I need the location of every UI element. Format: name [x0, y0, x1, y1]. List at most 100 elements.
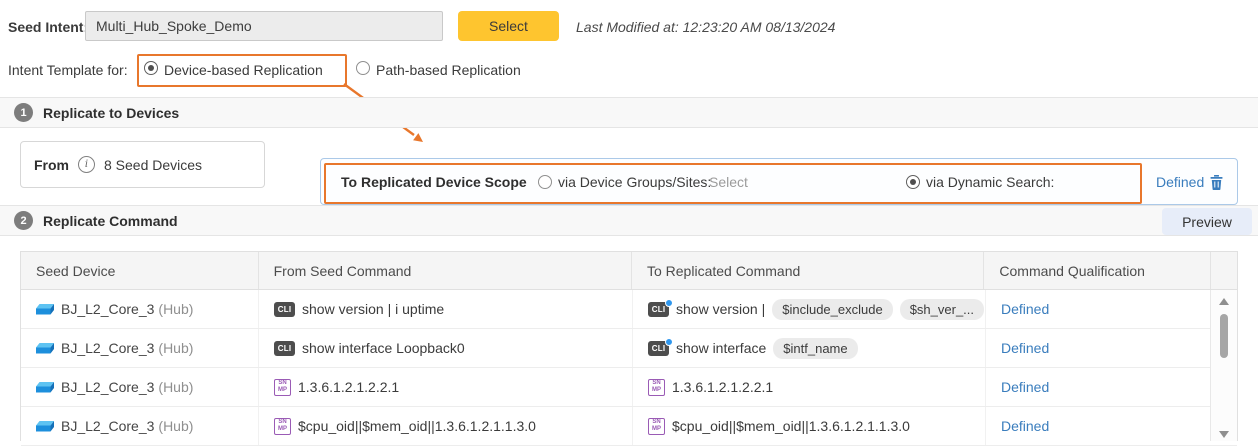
- path-based-radio[interactable]: [356, 61, 370, 75]
- variable-pill: $include_exclude: [772, 299, 892, 320]
- snmp-icon-text: SN: [652, 380, 660, 387]
- via-device-groups-radio[interactable]: [538, 175, 552, 189]
- device-role: (Hub): [158, 418, 193, 434]
- seed-intent-label: Seed Intent:: [8, 19, 88, 35]
- qualification-cell: Defined: [986, 329, 1213, 367]
- snmp-icon-text: MP: [652, 387, 661, 394]
- device-role: (Hub): [158, 340, 193, 356]
- from-seed-devices-panel: From i 8 Seed Devices: [20, 141, 265, 188]
- replication-intent-page: Seed Intent: Select Last Modified at: 12…: [0, 0, 1258, 448]
- section-1-title: Replicate to Devices: [43, 105, 179, 121]
- defined-link[interactable]: Defined: [1001, 418, 1049, 434]
- seed-device-cell: BJ_L2_Core_3 (Hub): [21, 329, 259, 367]
- snmp-icon-text: MP: [278, 426, 287, 433]
- defined-link[interactable]: Defined: [1001, 340, 1049, 356]
- device-name: BJ_L2_Core_3: [61, 379, 154, 395]
- preview-button[interactable]: Preview: [1162, 208, 1252, 235]
- snmp-icon: SNMP: [274, 379, 291, 396]
- snmp-icon: SNMP: [274, 418, 291, 435]
- col-seed-device: Seed Device: [21, 252, 259, 289]
- replicated-device-scope-panel: To Replicated Device Scope via Device Gr…: [320, 158, 1238, 205]
- scroll-up-icon[interactable]: [1219, 298, 1229, 305]
- table-row: BJ_L2_Core_3 (Hub) CLI show version | i …: [21, 290, 1237, 329]
- scope-title: To Replicated Device Scope: [341, 174, 527, 190]
- scroll-down-icon[interactable]: [1219, 431, 1229, 438]
- qualification-cell: Defined: [986, 368, 1213, 406]
- to-command-cell: CLI show version | $include_exclude $sh_…: [633, 290, 986, 328]
- variable-pill: $intf_name: [773, 338, 857, 359]
- from-command-text: show version | i uptime: [302, 301, 444, 317]
- section-replicate-command-header: 2 Replicate Command Preview: [0, 205, 1258, 236]
- table-row: BJ_L2_Core_3 (Hub) SNMP $cpu_oid||$mem_o…: [21, 407, 1237, 446]
- defined-link[interactable]: Defined: [1001, 301, 1049, 317]
- groups-select-link[interactable]: Select: [709, 174, 748, 190]
- from-command-cell: CLI show interface Loopback0: [259, 329, 633, 367]
- dynamic-search-defined-link[interactable]: Defined: [1156, 174, 1204, 190]
- to-command-text: show version |: [676, 301, 765, 317]
- section-2-title: Replicate Command: [43, 213, 178, 229]
- qualification-cell: Defined: [986, 290, 1213, 328]
- section-replicate-to-devices-header: 1 Replicate to Devices: [0, 97, 1258, 128]
- device-icon: [36, 421, 54, 432]
- table-row: BJ_L2_Core_3 (Hub) SNMP 1.3.6.1.2.1.2.2.…: [21, 368, 1237, 407]
- snmp-icon-text: SN: [278, 419, 286, 426]
- from-command-text: show interface Loopback0: [302, 340, 465, 356]
- cli-icon: CLI: [274, 341, 295, 356]
- to-command-cell: CLI show interface $intf_name: [633, 329, 986, 367]
- to-command-text: show interface: [676, 340, 766, 356]
- scrollbar-thumb[interactable]: [1220, 314, 1228, 358]
- variable-pill: $sh_ver_...: [900, 299, 984, 320]
- last-modified-text: Last Modified at: 12:23:20 AM 08/13/2024: [576, 19, 835, 35]
- cli-icon: CLI: [274, 302, 295, 317]
- defined-link[interactable]: Defined: [1001, 379, 1049, 395]
- replicate-command-table: Seed Device From Seed Command To Replica…: [20, 251, 1238, 441]
- info-icon[interactable]: i: [78, 156, 95, 173]
- scrollbar-header-spacer: [1211, 252, 1237, 289]
- snmp-icon: SNMP: [648, 418, 665, 435]
- notification-dot: [665, 338, 673, 346]
- step-1-badge: 1: [14, 103, 33, 122]
- from-command-text: 1.3.6.1.2.1.2.2.1: [298, 379, 399, 395]
- trash-icon[interactable]: [1210, 175, 1223, 190]
- vertical-scrollbar[interactable]: [1210, 290, 1237, 441]
- table-row: BJ_L2_Core_3 (Hub) CLI show interface Lo…: [21, 329, 1237, 368]
- seed-device-cell: BJ_L2_Core_3 (Hub): [21, 407, 259, 445]
- via-dynamic-search-radio[interactable]: [906, 175, 920, 189]
- path-based-label[interactable]: Path-based Replication: [376, 62, 521, 78]
- device-based-label[interactable]: Device-based Replication: [164, 62, 323, 78]
- seed-device-cell: BJ_L2_Core_3 (Hub): [21, 290, 259, 328]
- snmp-icon-text: MP: [278, 387, 287, 394]
- device-based-radio[interactable]: [144, 61, 158, 75]
- seed-device-cell: BJ_L2_Core_3 (Hub): [21, 368, 259, 406]
- col-command-qualification: Command Qualification: [984, 252, 1211, 289]
- device-icon: [36, 382, 54, 393]
- to-command-cell: SNMP 1.3.6.1.2.1.2.2.1: [633, 368, 986, 406]
- select-button[interactable]: Select: [458, 11, 559, 41]
- device-icon: [36, 343, 54, 354]
- table-header-row: Seed Device From Seed Command To Replica…: [21, 252, 1237, 290]
- intent-template-label: Intent Template for:: [8, 62, 128, 78]
- device-name: BJ_L2_Core_3: [61, 340, 154, 356]
- from-command-text: $cpu_oid||$mem_oid||1.3.6.1.2.1.1.3.0: [298, 418, 536, 434]
- from-command-cell: SNMP 1.3.6.1.2.1.2.2.1: [259, 368, 633, 406]
- device-role: (Hub): [158, 379, 193, 395]
- from-label: From: [34, 157, 69, 173]
- notification-dot: [665, 299, 673, 307]
- via-dynamic-search-label[interactable]: via Dynamic Search:: [926, 174, 1054, 190]
- seed-devices-count: 8 Seed Devices: [104, 157, 202, 173]
- qualification-cell: Defined: [986, 407, 1213, 445]
- from-command-cell: SNMP $cpu_oid||$mem_oid||1.3.6.1.2.1.1.3…: [259, 407, 633, 445]
- from-command-cell: CLI show version | i uptime: [259, 290, 633, 328]
- snmp-icon-text: SN: [652, 419, 660, 426]
- device-name: BJ_L2_Core_3: [61, 301, 154, 317]
- step-2-badge: 2: [14, 211, 33, 230]
- device-name: BJ_L2_Core_3: [61, 418, 154, 434]
- to-command-text: 1.3.6.1.2.1.2.2.1: [672, 379, 773, 395]
- snmp-icon: SNMP: [648, 379, 665, 396]
- col-from-seed-command: From Seed Command: [259, 252, 632, 289]
- via-device-groups-label[interactable]: via Device Groups/Sites:: [558, 174, 711, 190]
- to-command-text: $cpu_oid||$mem_oid||1.3.6.1.2.1.1.3.0: [672, 418, 910, 434]
- seed-intent-input[interactable]: [85, 11, 443, 41]
- col-to-replicated-command: To Replicated Command: [632, 252, 984, 289]
- device-role: (Hub): [158, 301, 193, 317]
